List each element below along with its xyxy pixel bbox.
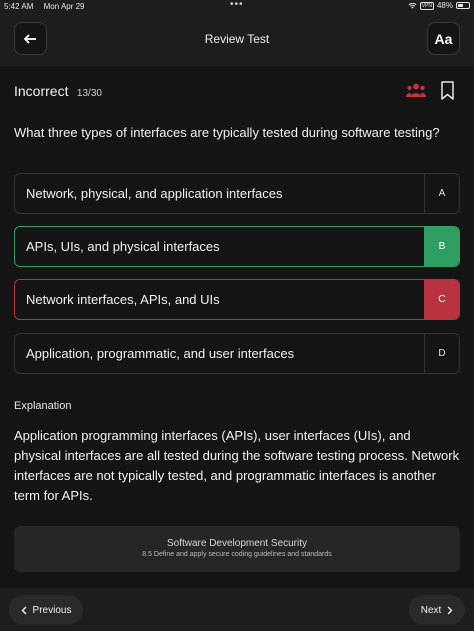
status-bar: 5:42 AM Mon Apr 29 ••• VPN 48%	[0, 0, 474, 12]
status-left: 5:42 AM Mon Apr 29	[4, 2, 93, 11]
option-text: Network interfaces, APIs, and UIs	[26, 292, 220, 307]
answer-option-d[interactable]: Application, programmatic, and user inte…	[14, 333, 460, 374]
option-text: Application, programmatic, and user inte…	[26, 346, 295, 361]
wifi-icon	[408, 2, 417, 9]
option-letter: C	[424, 280, 459, 319]
domain-card: Software Development Security 8.5 Define…	[14, 526, 460, 572]
option-letter: D	[424, 334, 459, 373]
domain-objective: 8.5 Define and apply secure coding guide…	[142, 551, 332, 558]
result-row: Incorrect 13/30	[14, 81, 460, 101]
previous-label: Previous	[32, 604, 72, 616]
header: Review Test Aa	[0, 12, 474, 66]
previous-button[interactable]: Previous	[9, 595, 83, 625]
explanation-heading: Explanation	[14, 400, 72, 412]
battery-percent: 48%	[436, 1, 453, 10]
question-text: What three types of interfaces are typic…	[14, 125, 440, 140]
group-icon[interactable]	[406, 83, 426, 97]
option-text: Network, physical, and application inter…	[26, 186, 283, 201]
multitasking-dots[interactable]: •••	[230, 0, 244, 10]
domain-name: Software Development Security	[166, 538, 308, 549]
status-right: VPN 48%	[408, 1, 470, 10]
bookmark-icon[interactable]	[441, 81, 454, 100]
status-date: Mon Apr 29	[43, 1, 85, 11]
explanation-text: Application programming interfaces (APIs…	[14, 428, 460, 503]
option-letter: B	[424, 227, 459, 266]
answer-option-c[interactable]: Network interfaces, APIs, and UIs C	[14, 279, 460, 320]
option-text: APIs, UIs, and physical interfaces	[26, 239, 220, 254]
battery-icon	[456, 2, 470, 9]
question-progress: 13/30	[76, 88, 102, 99]
next-button[interactable]: Next	[409, 595, 465, 625]
answer-option-b[interactable]: APIs, UIs, and physical interfaces B	[14, 226, 460, 267]
answer-option-a[interactable]: Network, physical, and application inter…	[14, 173, 460, 214]
font-size-button[interactable]: Aa	[427, 22, 460, 55]
result-status: Incorrect	[14, 83, 69, 99]
option-letter: A	[424, 174, 459, 213]
chevron-left-icon	[21, 606, 27, 614]
vpn-badge: VPN	[419, 1, 434, 10]
footer-nav: Previous Next	[0, 588, 474, 631]
next-label: Next	[420, 604, 442, 616]
page-title: Review Test	[204, 32, 270, 46]
status-time: 5:42 AM	[4, 1, 34, 11]
chevron-right-icon	[447, 606, 453, 614]
